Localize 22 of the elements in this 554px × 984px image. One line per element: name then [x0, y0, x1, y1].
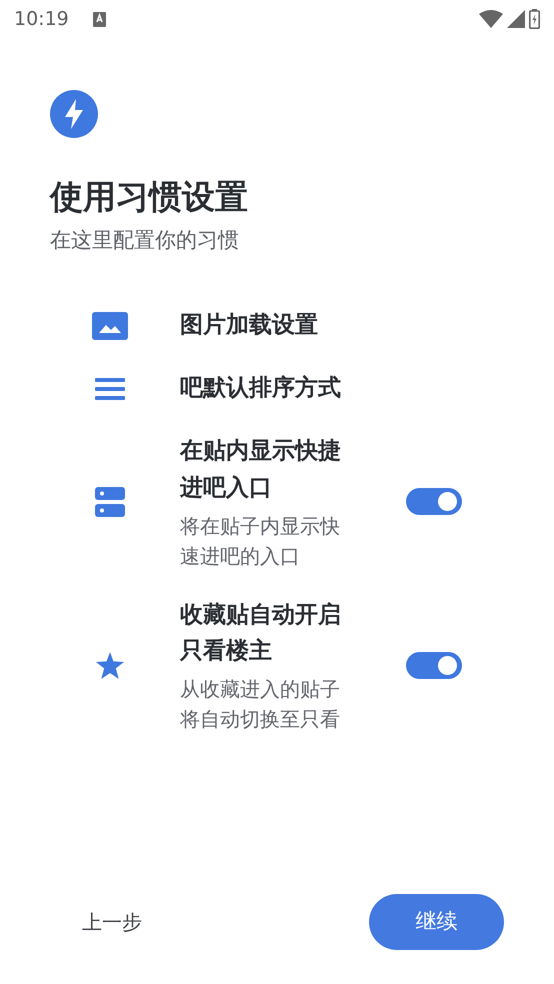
setting-description: 从收藏进入的贴子将自动切换至只看: [180, 676, 341, 734]
page-subtitle: 在这里配置你的习惯: [50, 226, 240, 254]
storage-icon: [95, 486, 125, 517]
status-time: 10:19: [14, 6, 69, 32]
bolt-icon: [50, 90, 98, 138]
setting-description: 将在贴子内显示快速进吧的入口: [180, 512, 341, 570]
wifi-icon: [479, 10, 503, 28]
continue-button[interactable]: 继续: [369, 894, 504, 950]
page-title: 使用习惯设置: [50, 176, 249, 218]
toggle-switch[interactable]: [406, 652, 462, 679]
menu-icon: [95, 378, 125, 400]
signal-icon: [507, 10, 525, 28]
setting-title[interactable]: 在贴内显示快捷进吧入口: [180, 432, 358, 507]
toggle-switch[interactable]: [406, 488, 462, 516]
back-button[interactable]: 上一步: [70, 899, 154, 945]
setting-title[interactable]: 图片加载设置: [180, 307, 358, 344]
notification-icon: [92, 12, 106, 26]
star-icon: [96, 652, 124, 679]
battery-icon: [529, 9, 540, 29]
image-icon: [92, 312, 128, 340]
setting-title[interactable]: 吧默认排序方式: [180, 370, 358, 407]
setting-title[interactable]: 收藏贴自动开启只看楼主: [180, 596, 358, 670]
